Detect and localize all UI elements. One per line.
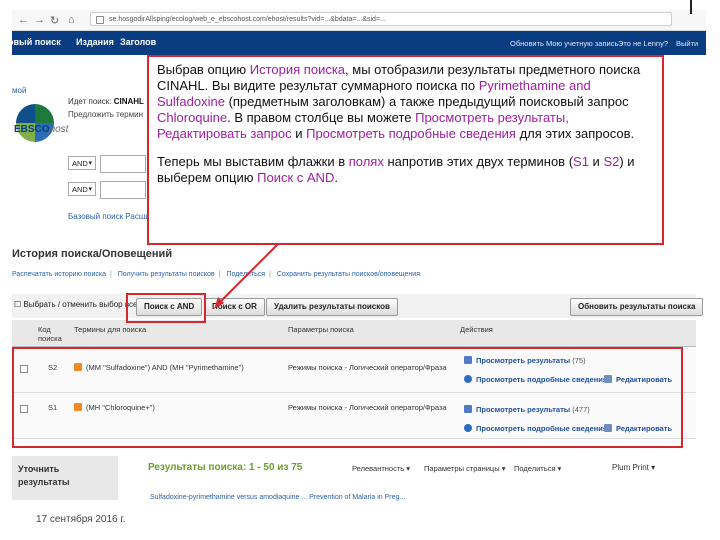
search-field-2[interactable]	[100, 155, 146, 173]
my-label: мой	[12, 86, 27, 95]
history-toolbar: ☐ Выбрать / отменить выбор всех Поиск с …	[12, 294, 704, 318]
callout-highlight-text: полях	[348, 154, 384, 169]
search-with-or-button[interactable]: Поиск с OR	[204, 298, 265, 316]
page-options-select[interactable]: Параметры страницы ▾	[424, 464, 505, 473]
home-icon[interactable]: ⌂	[68, 14, 75, 26]
address-bar[interactable]: se.hosgodirAllsping/ecolog/web_e_ebscoho…	[90, 12, 672, 26]
footer-date: 17 сентября 2016 г.	[36, 514, 126, 525]
refine-results-label: Уточнить результаты	[18, 464, 70, 487]
result-link[interactable]: Sulfadoxine-pyrimethamine versus amodiaq…	[150, 494, 405, 501]
search-field-3[interactable]	[100, 181, 146, 199]
col-actions: Действия	[460, 325, 493, 334]
refresh-results-button[interactable]: Обновить результаты поиска	[570, 298, 704, 316]
boolean-select-2[interactable]: AND	[68, 182, 96, 197]
sort-relevance-select[interactable]: Релевантность ▾	[352, 464, 410, 473]
searching-label: Идет поиск: CINAHL	[68, 97, 144, 106]
address-text: se.hosgodirAllsping/ecolog/web_e_ebscoho…	[109, 16, 386, 23]
col-options: Параметры поиска	[288, 325, 354, 334]
nav-subjects[interactable]: Заголов	[120, 37, 156, 47]
history-table-header: Код поиска Термины для поиска Параметры …	[12, 320, 696, 347]
select-all-toggle[interactable]: ☐ Выбрать / отменить выбор всех	[14, 300, 141, 309]
callout-text: и	[588, 154, 604, 169]
reload-icon[interactable]: ↻	[50, 14, 59, 27]
lock-icon	[96, 16, 104, 24]
rows-highlight	[12, 347, 683, 448]
suggest-term-checkbox-label[interactable]: Предложить термин	[68, 110, 143, 119]
callout-text: Теперь мы выставим флажки в	[157, 154, 349, 169]
exit-link[interactable]: Выйти	[676, 39, 698, 48]
col-search-id: Код поиска	[38, 325, 62, 343]
callout-text: (предметным заголовкам) а также предыдущ…	[224, 94, 629, 109]
callout-paragraph-1: Выбрав опцию История поиска, мы отобрази…	[157, 62, 654, 142]
callout-text: Выбрав опцию	[157, 62, 250, 77]
share-history-link[interactable]: Поделиться	[226, 271, 265, 278]
window-edge-mark	[690, 0, 692, 14]
boolean-select-1[interactable]: AND	[68, 156, 96, 171]
callout-text: .	[334, 170, 338, 185]
ebsco-logo-text: EBSCOhost	[14, 124, 69, 135]
browser-toolbar: ← → ↻ ⌂ se.hosgodirAllsping/ecolog/web_e…	[12, 10, 706, 31]
nav-new-search[interactable]: овый поиск	[8, 37, 61, 47]
callout-highlight-text: Поиск с AND	[257, 170, 335, 185]
callout-highlight-text: S1	[573, 154, 589, 169]
ebsco-logo-icon	[16, 104, 54, 142]
callout-highlight-text: S2	[603, 154, 620, 169]
print-history-link[interactable]: Распечатать историю поиска	[12, 271, 106, 278]
callout-box: Выбрав опцию История поиска, мы отобрази…	[147, 55, 664, 245]
retrieve-searches-link[interactable]: Получить результаты поисков	[118, 271, 215, 278]
back-icon[interactable]: ←	[18, 14, 29, 26]
callout-highlight-text: Просмотреть подробные сведения	[306, 126, 516, 141]
results-title: Результаты поиска: 1 - 50 из 75	[148, 462, 303, 473]
col-terms: Термины для поиска	[74, 325, 147, 334]
nav-publications[interactable]: Издания	[76, 37, 114, 47]
forward-icon[interactable]: →	[34, 14, 45, 26]
callout-highlight-text: Chloroquine	[157, 110, 228, 125]
history-links: Распечатать историю поиска | Получить рез…	[12, 271, 420, 278]
not-lenny-link[interactable]: Это не Lenny?	[618, 39, 668, 48]
and-button-highlight	[126, 293, 206, 323]
refine-results-panel: Уточнить результаты	[12, 456, 118, 500]
history-title: История поиска/Оповещений	[12, 248, 173, 260]
share-results-button[interactable]: Поделиться ▾	[514, 464, 561, 473]
delete-searches-button[interactable]: Удалить результаты поисков	[266, 298, 398, 316]
top-navigation: овый поиск Издания Заголов Обновить Мою …	[8, 31, 706, 55]
callout-text: и	[291, 126, 307, 141]
plum-print-select[interactable]: Plum Print ▾	[612, 463, 655, 472]
callout-paragraph-2: Теперь мы выставим флажки в полях напрот…	[157, 154, 654, 186]
callout-text: напротив этих двух терминов (	[383, 154, 574, 169]
callout-text: для этих запросов.	[515, 126, 635, 141]
update-account-link[interactable]: Обновить Мою учетную запись	[510, 39, 618, 48]
callout-highlight-text: История поиска	[249, 62, 346, 77]
callout-text: . В правом столбце вы можете	[227, 110, 416, 125]
save-alerts-link[interactable]: Сохранить результаты поисков/оповещения	[277, 271, 420, 278]
